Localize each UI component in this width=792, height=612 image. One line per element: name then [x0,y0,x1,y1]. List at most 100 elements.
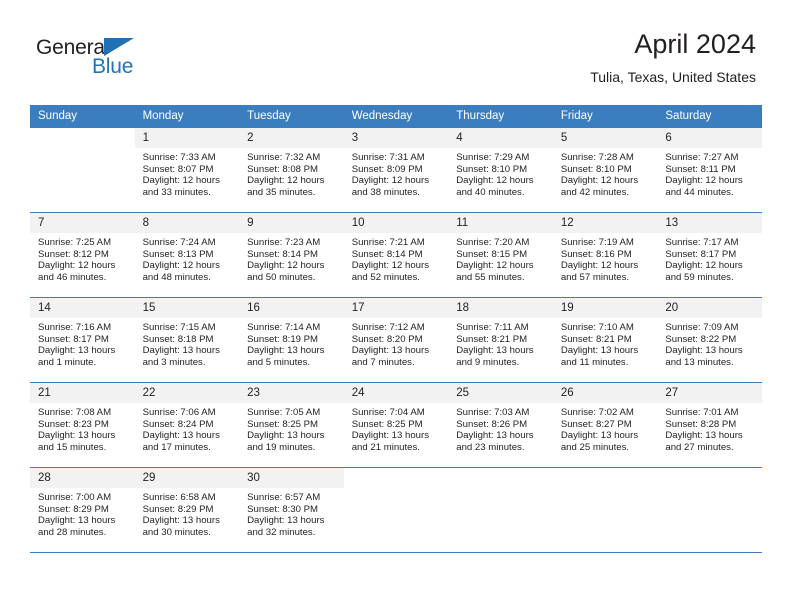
day-details: Sunrise: 7:28 AM Sunset: 8:10 PM Daylight:… [553,148,658,198]
weekday-header-saturday: Saturday [657,105,762,128]
day-number [553,468,658,488]
daylight-duration-line1: Daylight: 13 hours [247,515,325,527]
daylight-duration-line1: Daylight: 13 hours [456,345,534,357]
calendar-day-cell[interactable]: 5 Sunrise: 7:28 AM Sunset: 8:10 PM Daylight… [552,128,658,213]
sunrise-time: Sunrise: 7:17 AM [665,237,739,248]
calendar-day-cell[interactable]: 9 Sunrise: 7:23 AM Sunset: 8:14 PM Daylight… [239,212,344,298]
calendar-day-cell[interactable]: 14 Sunrise: 7:16 AM Sunset: 8:17 PM Dayligh… [30,297,135,383]
day-cell-inner: 8 Sunrise: 7:24 AM Sunset: 8:13 PM Daylight… [134,213,240,297]
day-number [30,128,135,148]
calendar-day-cell[interactable]: 16 Sunrise: 7:14 AM Sunset: 8:19 PM Dayligh… [239,297,344,383]
sunset-time: Sunset: 8:28 PM [665,418,737,430]
daylight-duration-line2: and 25 minutes. [560,441,630,453]
day-number: 26 [552,383,658,403]
day-cell-inner: 28 Sunrise: 7:00 AM Sunset: 8:29 PM Dayligh… [30,468,135,552]
daylight-duration-line2: and 32 minutes. [247,526,316,538]
day-number: 13 [657,213,762,233]
calendar-day-cell[interactable]: 11 Sunrise: 7:20 AM Sunset: 8:15 PM Dayligh… [448,212,553,298]
day-cell-inner: 18 Sunrise: 7:11 AM Sunset: 8:21 PM Dayligh… [448,298,553,382]
day-cell-inner: 25 Sunrise: 7:03 AM Sunset: 8:26 PM Dayligh… [448,383,553,467]
daylight-duration-line1: Daylight: 13 hours [38,430,116,442]
daylight-duration-line2: and 42 minutes. [560,186,630,198]
day-cell-inner: 15 Sunrise: 7:15 AM Sunset: 8:18 PM Dayligh… [134,298,240,382]
sunrise-time: Sunrise: 7:01 AM [665,407,739,418]
calendar-day-cell[interactable]: 4 Sunrise: 7:29 AM Sunset: 8:10 PM Daylight… [448,128,553,213]
calendar-day-cell[interactable]: 12 Sunrise: 7:19 AM Sunset: 8:16 PM Dayligh… [552,212,658,298]
calendar-day-cell[interactable]: 29 Sunrise: 6:58 AM Sunset: 8:29 PM Dayligh… [134,467,240,553]
logo-text-blue: Blue [92,55,134,78]
sunrise-time: Sunrise: 7:24 AM [142,237,216,248]
sunset-time: Sunset: 8:15 PM [456,248,528,260]
daylight-duration-line1: Daylight: 13 hours [38,345,116,357]
calendar-day-cell[interactable]: 18 Sunrise: 7:11 AM Sunset: 8:21 PM Dayligh… [448,297,553,383]
calendar-day-cell[interactable]: 8 Sunrise: 7:24 AM Sunset: 8:13 PM Daylight… [134,212,240,298]
calendar-day-cell[interactable]: 2 Sunrise: 7:32 AM Sunset: 8:08 PM Daylight… [239,128,344,213]
daylight-duration-line2: and 17 minutes. [142,441,211,453]
daylight-duration-line1: Daylight: 13 hours [456,430,534,442]
daylight-duration-line1: Daylight: 12 hours [560,175,639,187]
day-details: Sunrise: 7:14 AM Sunset: 8:19 PM Daylight:… [239,318,344,368]
calendar-day-cell[interactable]: 22 Sunrise: 7:06 AM Sunset: 8:24 PM Dayligh… [134,382,240,468]
calendar-day-cell[interactable]: 1 Sunrise: 7:33 AM Sunset: 8:07 PM Daylight… [134,128,240,213]
general-blue-logo[interactable]: General Blue [36,36,206,84]
day-details: Sunrise: 7:02 AM Sunset: 8:27 PM Daylight:… [553,403,658,453]
day-cell-inner: 16 Sunrise: 7:14 AM Sunset: 8:19 PM Dayligh… [239,298,344,382]
daylight-duration-line1: Daylight: 13 hours [351,430,430,442]
daylight-duration-line1: Daylight: 12 hours [247,260,325,272]
day-details: Sunrise: 7:06 AM Sunset: 8:24 PM Daylight:… [135,403,240,453]
day-cell-inner: 3 Sunrise: 7:31 AM Sunset: 8:09 PM Daylight… [343,128,449,212]
daylight-duration-line2: and 30 minutes. [142,526,211,538]
calendar-day-cell[interactable]: 30 Sunrise: 6:57 AM Sunset: 8:30 PM Dayligh… [239,467,344,553]
calendar-day-cell-empty [30,128,135,213]
day-cell-inner [448,468,553,552]
sunrise-time: Sunrise: 7:29 AM [456,152,530,163]
calendar-day-cell[interactable]: 27 Sunrise: 7:01 AM Sunset: 8:28 PM Dayligh… [657,382,762,468]
calendar-day-cell[interactable]: 25 Sunrise: 7:03 AM Sunset: 8:26 PM Dayligh… [448,382,553,468]
day-number: 18 [448,298,553,318]
sunset-time: Sunset: 8:14 PM [247,248,319,260]
calendar-day-cell[interactable]: 28 Sunrise: 7:00 AM Sunset: 8:29 PM Dayligh… [30,467,135,553]
day-number: 2 [239,128,344,148]
calendar-day-cell[interactable]: 19 Sunrise: 7:10 AM Sunset: 8:21 PM Dayligh… [552,297,658,383]
day-cell-inner: 13 Sunrise: 7:17 AM Sunset: 8:17 PM Dayligh… [657,213,762,297]
day-number: 30 [239,468,344,488]
daylight-duration-line1: Daylight: 13 hours [38,515,116,527]
calendar-day-cell[interactable]: 24 Sunrise: 7:04 AM Sunset: 8:25 PM Dayligh… [343,382,449,468]
calendar-day-cell[interactable]: 13 Sunrise: 7:17 AM Sunset: 8:17 PM Dayligh… [657,212,762,298]
daylight-duration-line1: Daylight: 13 hours [665,345,743,357]
calendar-day-cell[interactable]: 10 Sunrise: 7:21 AM Sunset: 8:14 PM Dayligh… [343,212,449,298]
day-number: 8 [134,213,240,233]
sunset-time: Sunset: 8:24 PM [142,418,214,430]
sunset-time: Sunset: 8:21 PM [456,333,528,345]
daylight-duration-line2: and 46 minutes. [38,271,107,283]
calendar-day-cell[interactable]: 26 Sunrise: 7:02 AM Sunset: 8:27 PM Dayligh… [552,382,658,468]
calendar-day-cell[interactable]: 3 Sunrise: 7:31 AM Sunset: 8:09 PM Daylight… [343,128,449,213]
calendar-day-cell[interactable]: 23 Sunrise: 7:05 AM Sunset: 8:25 PM Dayligh… [239,382,344,468]
sunrise-time: Sunrise: 7:10 AM [560,322,634,333]
day-number: 20 [657,298,762,318]
day-number: 1 [134,128,240,148]
daylight-duration-line2: and 44 minutes. [665,186,734,198]
sunrise-time: Sunrise: 6:57 AM [247,492,321,503]
day-number: 24 [343,383,449,403]
calendar-day-cell[interactable]: 20 Sunrise: 7:09 AM Sunset: 8:22 PM Dayligh… [657,297,762,383]
sunrise-time: Sunrise: 7:11 AM [456,322,529,333]
calendar-day-cell[interactable]: 6 Sunrise: 7:27 AM Sunset: 8:11 PM Daylight… [657,128,762,213]
sunrise-time: Sunrise: 7:02 AM [560,407,634,418]
calendar-day-cell[interactable]: 21 Sunrise: 7:08 AM Sunset: 8:23 PM Dayligh… [30,382,135,468]
day-cell-inner: 9 Sunrise: 7:23 AM Sunset: 8:14 PM Daylight… [239,213,344,297]
sunrise-time: Sunrise: 7:04 AM [351,407,425,418]
daylight-duration-line2: and 15 minutes. [38,441,107,453]
day-number: 9 [239,213,344,233]
day-cell-inner: 2 Sunrise: 7:32 AM Sunset: 8:08 PM Daylight… [239,128,344,212]
calendar-day-cell[interactable]: 17 Sunrise: 7:12 AM Sunset: 8:20 PM Dayligh… [343,297,449,383]
day-details: Sunrise: 7:01 AM Sunset: 8:28 PM Daylight:… [657,403,762,453]
sunrise-time: Sunrise: 7:03 AM [456,407,530,418]
calendar-day-cell[interactable]: 7 Sunrise: 7:25 AM Sunset: 8:12 PM Daylight… [30,212,135,298]
sunset-time: Sunset: 8:17 PM [38,333,109,345]
day-cell-inner: 12 Sunrise: 7:19 AM Sunset: 8:16 PM Dayligh… [552,213,658,297]
calendar-week-row: 14 Sunrise: 7:16 AM Sunset: 8:17 PM Dayligh… [30,297,762,383]
calendar-day-cell[interactable]: 15 Sunrise: 7:15 AM Sunset: 8:18 PM Dayligh… [134,297,240,383]
day-number: 4 [448,128,553,148]
day-details: Sunrise: 6:57 AM Sunset: 8:30 PM Daylight:… [239,488,344,538]
